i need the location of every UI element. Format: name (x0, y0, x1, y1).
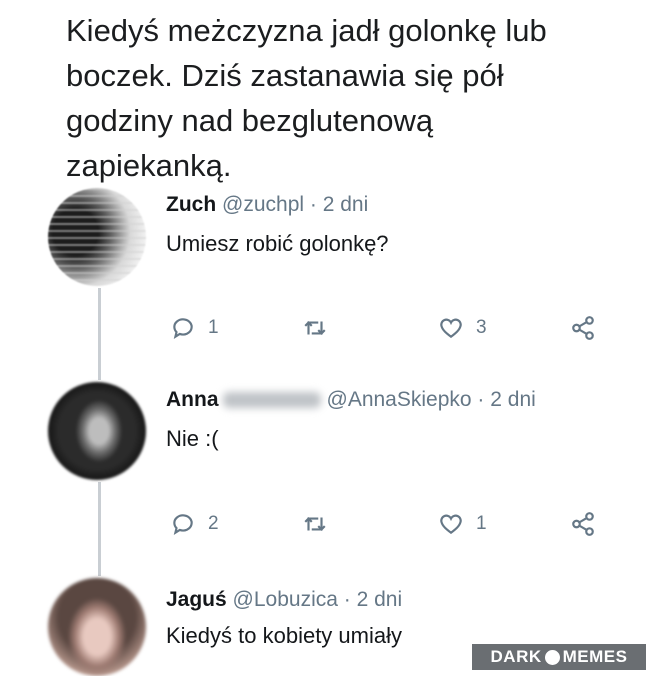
share-button[interactable] (570, 315, 596, 341)
reply-count: 1 (208, 317, 219, 338)
tweet-actions: 2 1 (166, 511, 606, 541)
timestamp[interactable]: · 2 dni (477, 388, 535, 411)
share-icon (572, 316, 594, 340)
like-button[interactable]: 1 (438, 511, 487, 537)
tweet-text: Kiedyś to kobiety umiały (166, 623, 402, 648)
tweet-actions: 1 3 (166, 315, 606, 345)
skull-icon (544, 649, 560, 665)
tweet-header: Anna @AnnaSkiepko · 2 dni (166, 388, 536, 412)
author-handle[interactable]: @Lobuzica (233, 588, 338, 611)
reply-icon (173, 514, 193, 535)
retweet-icon (304, 321, 326, 335)
watermark-left: DARK (490, 647, 542, 666)
author-name[interactable]: Anna (166, 388, 219, 411)
avatar[interactable] (48, 578, 146, 676)
like-count: 3 (476, 317, 487, 338)
author-handle[interactable]: @AnnaSkiepko (327, 388, 472, 411)
retweet-button[interactable] (302, 511, 328, 537)
thread-line (98, 482, 101, 576)
tweet-text: Umiesz robić golonkę? (166, 231, 389, 256)
tweet-header: Jaguś @Lobuzica · 2 dni (166, 588, 402, 612)
share-button[interactable] (570, 511, 596, 537)
tweet-text: Nie :( (166, 426, 219, 451)
headline-text: Kiedyś meżczyzna jadł golonkę lub boczek… (66, 13, 547, 183)
watermark-right: MEMES (562, 647, 628, 666)
tweet-header: Zuch @zuchpl · 2 dni (166, 193, 368, 217)
reply-icon (173, 318, 193, 339)
like-button[interactable]: 3 (438, 315, 487, 341)
author-name[interactable]: Jaguś (166, 588, 227, 611)
retweet-button[interactable] (302, 315, 328, 341)
retweet-icon (304, 517, 326, 531)
reply-button[interactable]: 2 (170, 511, 219, 537)
heart-icon (440, 514, 462, 534)
share-icon (572, 512, 594, 536)
author-name[interactable]: Zuch (166, 193, 216, 216)
author-handle[interactable]: @zuchpl (222, 193, 304, 216)
timestamp[interactable]: · 2 dni (310, 193, 368, 216)
reply-count: 2 (208, 513, 219, 534)
heart-icon (440, 318, 462, 338)
avatar[interactable] (48, 382, 146, 480)
thread-line (98, 288, 101, 380)
timestamp[interactable]: · 2 dni (344, 588, 402, 611)
watermark: DARK MEMES (472, 644, 646, 670)
like-count: 1 (476, 513, 487, 534)
avatar[interactable] (48, 188, 146, 286)
reply-button[interactable]: 1 (170, 315, 219, 341)
blurred-surname (222, 392, 321, 409)
